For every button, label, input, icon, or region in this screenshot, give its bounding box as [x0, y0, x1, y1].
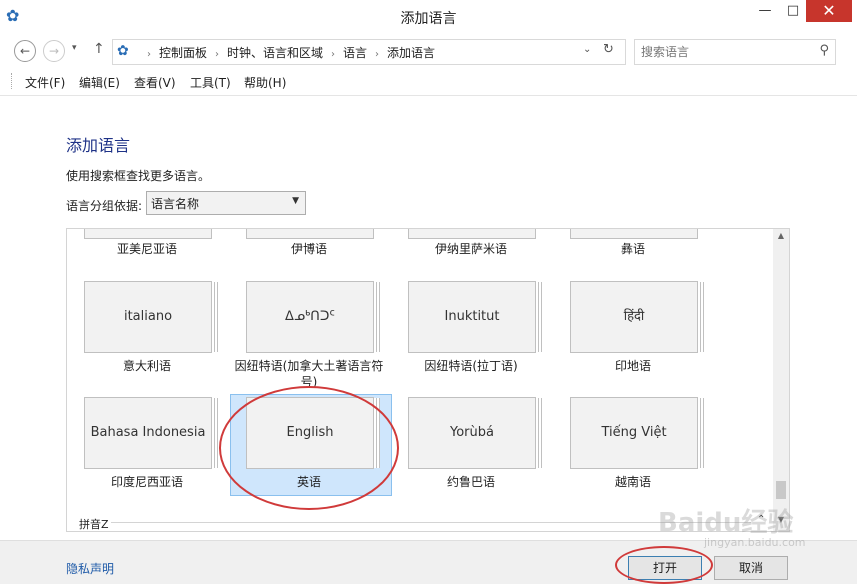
annotation-circle	[219, 386, 399, 510]
menu-edit[interactable]: 编辑(E)	[79, 74, 120, 91]
title-bar: ✿ 添加语言 — □ ✕	[0, 0, 857, 34]
language-list[interactable]: 亚美尼亚语 伊博语 伊纳里萨米语 彝语 italiano ᐃᓄᒃᑎᑐᑦ Inuk…	[66, 228, 790, 532]
watermark: Baidu经验	[658, 508, 794, 538]
language-tile[interactable]: Tiếng Việt	[570, 397, 698, 469]
menu-file[interactable]: 文件(F)	[25, 74, 65, 91]
language-tile[interactable]	[246, 229, 374, 239]
maximize-button[interactable]: □	[780, 0, 806, 22]
address-bar[interactable]: ✿ › 控制面板 › 时钟、语言和区域 › 语言 › 添加语言 ⌄ ↻	[112, 39, 626, 65]
cancel-button[interactable]: 取消	[714, 556, 788, 580]
scroll-thumb[interactable]	[776, 481, 786, 499]
page-title: 添加语言	[66, 136, 131, 155]
search-box[interactable]: ⚲	[634, 39, 836, 65]
menu-tools[interactable]: 工具(T)	[190, 74, 231, 91]
chevron-right-icon[interactable]: ›	[375, 49, 379, 60]
chevron-right-icon[interactable]: ›	[215, 49, 219, 60]
language-tile[interactable]: Yorùbá	[408, 397, 536, 469]
up-button[interactable]: ↑	[93, 41, 105, 57]
scroll-up-icon[interactable]: ▲	[773, 231, 789, 240]
group-by-select[interactable]: 语言名称 ▼	[146, 191, 306, 215]
breadcrumb-clock-language-region[interactable]: 时钟、语言和区域	[227, 46, 323, 60]
back-button[interactable]: ←	[14, 40, 36, 62]
language-name[interactable]: 因纽特语(拉丁语)	[391, 358, 551, 374]
close-button[interactable]: ✕	[806, 0, 852, 22]
search-hint: 使用搜索框查找更多语言。	[66, 169, 211, 183]
group-by-label: 语言分组依据:	[66, 199, 143, 213]
watermark-url: jingyan.baidu.com	[704, 536, 806, 549]
language-name[interactable]: 伊博语	[229, 241, 389, 257]
chevron-right-icon: ›	[147, 49, 151, 60]
breadcrumb: › 控制面板 › 时钟、语言和区域 › 语言 › 添加语言	[139, 44, 435, 61]
recent-locations-icon[interactable]: ▾	[72, 43, 77, 53]
breadcrumb-control-panel[interactable]: 控制面板	[159, 46, 207, 60]
search-icon[interactable]: ⚲	[819, 43, 829, 58]
search-input[interactable]	[639, 43, 803, 61]
menu-help[interactable]: 帮助(H)	[244, 74, 286, 91]
window-title: 添加语言	[400, 11, 457, 27]
language-name[interactable]: 印地语	[553, 358, 713, 374]
group-header-z: 拼音Z	[79, 518, 109, 531]
language-tile[interactable]	[84, 229, 212, 239]
main-content: 添加语言 使用搜索框查找更多语言。 语言分组依据: 语言名称 ▼ 亚美尼亚语 伊…	[0, 96, 857, 536]
group-by-value: 语言名称	[151, 197, 200, 211]
chevron-right-icon[interactable]: ›	[331, 49, 335, 60]
privacy-link[interactable]: 隐私声明	[66, 560, 114, 577]
language-tile[interactable]: हिंदी	[570, 281, 698, 353]
breadcrumb-add-language[interactable]: 添加语言	[387, 46, 435, 60]
chevron-down-icon: ▼	[292, 196, 299, 206]
language-icon: ✿	[117, 43, 129, 59]
language-tile[interactable]: italiano	[84, 281, 212, 353]
refresh-icon[interactable]: ↻	[603, 42, 614, 57]
language-name[interactable]: 越南语	[553, 474, 713, 490]
language-name[interactable]: 印度尼西亚语	[67, 474, 227, 490]
minimize-button[interactable]: —	[750, 0, 780, 22]
language-name[interactable]: 意大利语	[67, 358, 227, 374]
annotation-circle	[615, 546, 713, 584]
language-name[interactable]: 亚美尼亚语	[67, 241, 227, 257]
language-tile[interactable]: Bahasa Indonesia	[84, 397, 212, 469]
menu-bar: 文件(F) 编辑(E) 查看(V) 工具(T) 帮助(H)	[0, 68, 857, 96]
menu-view[interactable]: 查看(V)	[134, 74, 176, 91]
chevron-down-icon[interactable]: ⌄	[583, 44, 591, 55]
forward-button[interactable]: →	[43, 40, 65, 62]
language-name[interactable]: 约鲁巴语	[391, 474, 551, 490]
language-name[interactable]: 彝语	[553, 241, 713, 257]
language-tile[interactable]: Inuktitut	[408, 281, 536, 353]
navigation-bar: ← → ▾ ↑ ✿ › 控制面板 › 时钟、语言和区域 › 语言 › 添加语言 ⌄ ↻ ⚲	[0, 34, 857, 68]
breadcrumb-language[interactable]: 语言	[343, 46, 367, 60]
language-name[interactable]: 伊纳里萨米语	[391, 241, 551, 257]
language-tile[interactable]: ᐃᓄᒃᑎᑐᑦ	[246, 281, 374, 353]
group-divider	[111, 522, 751, 523]
language-tile[interactable]	[570, 229, 698, 239]
vertical-scrollbar[interactable]: ▲ ▼	[773, 229, 789, 531]
menu-grip	[11, 73, 14, 89]
language-tile[interactable]	[408, 229, 536, 239]
